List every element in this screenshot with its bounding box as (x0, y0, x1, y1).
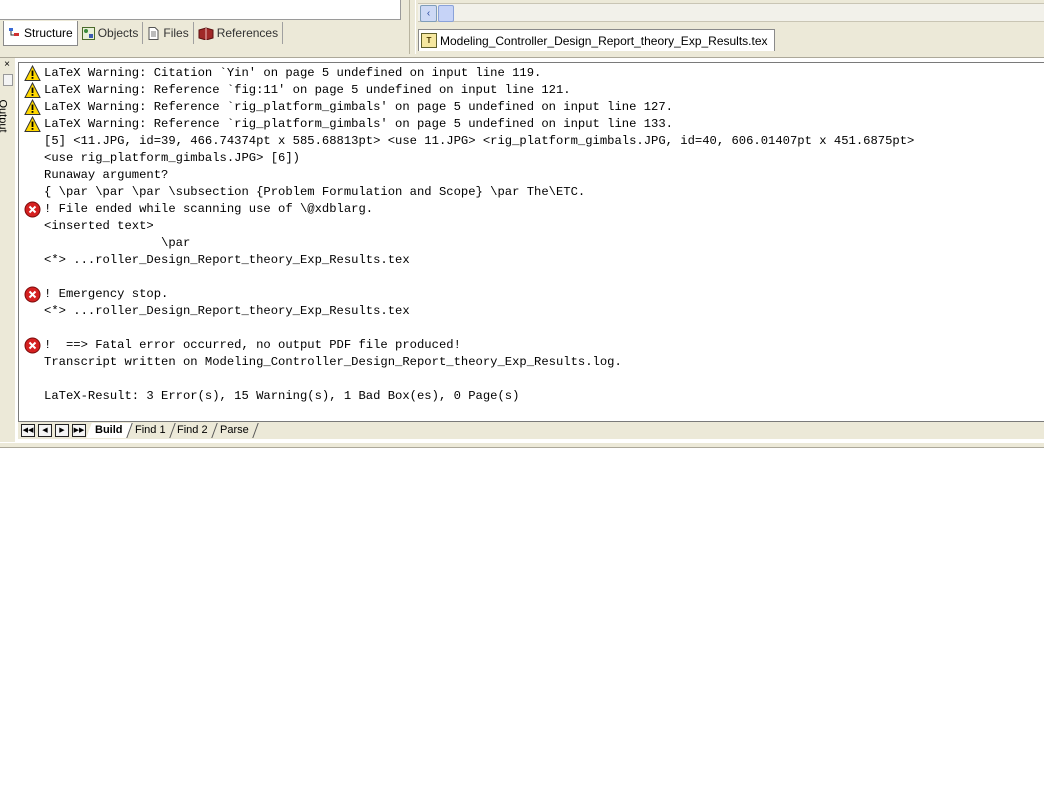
log-line: <*> ...roller_Design_Report_theory_Exp_R… (22, 303, 1042, 320)
pane-splitter[interactable] (409, 0, 416, 54)
tex-file-icon: T (421, 33, 437, 48)
close-icon[interactable]: × (2, 60, 12, 70)
error-icon (24, 337, 41, 354)
output-dock-label[interactable]: Output (0, 92, 15, 142)
tab-objects-label: Objects (97, 26, 139, 40)
tab-find-2[interactable]: Find 2 (168, 423, 218, 438)
log-line: <use rig_platform_gimbals.JPG> [6]) (22, 150, 1042, 167)
tab-structure[interactable]: Structure (3, 21, 78, 46)
top-area: Structure Objects Files References ‹ T M… (0, 0, 1044, 56)
log-line-text: <*> ...roller_Design_Report_theory_Exp_R… (44, 253, 410, 267)
log-line-text: <inserted text> (44, 219, 154, 233)
warning-icon (24, 82, 41, 99)
warning-line[interactable]: LaTeX Warning: Citation `Yin' on page 5 … (22, 65, 1042, 82)
divider (0, 55, 1044, 58)
tab-structure-label: Structure (24, 26, 73, 40)
log-navigation: ◀◀ ◀ ▶ ▶▶ (18, 424, 86, 437)
output-tabs: Build Find 1 Find 2 Parse (86, 422, 259, 439)
tab-objects[interactable]: Objects (78, 22, 144, 44)
divider (0, 443, 1044, 448)
log-line-text: LaTeX-Result: 3 Error(s), 15 Warning(s),… (44, 389, 520, 403)
warning-icon (24, 116, 41, 133)
references-icon (198, 26, 214, 41)
error-line[interactable]: ! File ended while scanning use of \@xdb… (22, 201, 1042, 218)
first-icon[interactable]: ◀◀ (21, 424, 35, 437)
log-line: { \par \par \par \subsection {Problem Fo… (22, 184, 1042, 201)
log-line-text: <*> ...roller_Design_Report_theory_Exp_R… (44, 304, 410, 318)
log-line-text: ! Emergency stop. (44, 287, 169, 301)
log-line-text: ! File ended while scanning use of \@xdb… (44, 202, 374, 216)
log-line-text: Transcript written on Modeling_Controlle… (44, 355, 622, 369)
log-line: <*> ...roller_Design_Report_theory_Exp_R… (22, 252, 1042, 269)
scroll-thumb[interactable] (438, 5, 454, 22)
warning-line[interactable]: LaTeX Warning: Reference `fig:11' on pag… (22, 82, 1042, 99)
error-icon (24, 201, 41, 218)
tab-label: Parse (219, 424, 249, 436)
log-line-text: LaTeX Warning: Reference `rig_platform_g… (44, 100, 673, 114)
error-line[interactable]: ! ==> Fatal error occurred, no output PD… (22, 337, 1042, 354)
output-tab-bar: ◀◀ ◀ ▶ ▶▶ Build Find 1 Find 2 Parse (18, 421, 1044, 439)
output-label-text: Output (0, 99, 9, 133)
editor-horizontal-scrollbar[interactable]: ‹ (418, 3, 1044, 22)
previous-icon[interactable]: ◀ (38, 424, 52, 437)
objects-icon (81, 26, 95, 40)
log-line-text: { \par \par \par \subsection {Problem Fo… (44, 185, 586, 199)
last-icon[interactable]: ▶▶ (72, 424, 86, 437)
log-line: LaTeX-Result: 3 Error(s), 15 Warning(s),… (22, 388, 1042, 405)
left-panel-tabs: Structure Objects Files References (3, 21, 284, 46)
log-line-text: <use rig_platform_gimbals.JPG> [6]) (44, 151, 300, 165)
structure-icon (8, 27, 21, 40)
log-line: \par (22, 235, 1042, 252)
tab-label: Find 2 (177, 424, 208, 436)
warning-line[interactable]: LaTeX Warning: Reference `rig_platform_g… (22, 99, 1042, 116)
log-line-text: LaTeX Warning: Citation `Yin' on page 5 … (44, 66, 542, 80)
log-line-text: LaTeX Warning: Reference `rig_platform_g… (44, 117, 673, 131)
tab-build[interactable]: Build (86, 423, 133, 438)
output-dock-strip: × Output (0, 58, 15, 442)
log-line-text: LaTeX Warning: Reference `fig:11' on pag… (44, 83, 571, 97)
log-line-text: \par (44, 236, 191, 250)
tab-label: Build (95, 424, 123, 436)
output-log: LaTeX Warning: Citation `Yin' on page 5 … (22, 65, 1042, 405)
tab-label: Find 1 (134, 424, 166, 436)
structure-pane[interactable] (0, 0, 401, 20)
error-line[interactable]: ! Emergency stop. (22, 286, 1042, 303)
tab-references[interactable]: References (194, 22, 284, 44)
tab-files[interactable]: Files (143, 22, 194, 44)
scroll-left-arrow-icon[interactable]: ‹ (420, 5, 437, 22)
error-icon (24, 286, 41, 303)
tab-references-label: References (216, 26, 279, 40)
next-icon[interactable]: ▶ (55, 424, 69, 437)
log-line-text: Runaway argument? (44, 168, 169, 182)
warning-line[interactable]: LaTeX Warning: Reference `rig_platform_g… (22, 116, 1042, 133)
warning-icon (24, 65, 41, 82)
log-line-text: [5] <11.JPG, id=39, 466.74374pt x 585.68… (44, 134, 915, 148)
tab-find-1[interactable]: Find 1 (125, 423, 175, 438)
log-line-text: ! ==> Fatal error occurred, no output PD… (44, 338, 461, 352)
warning-icon (24, 99, 41, 116)
tab-files-label: Files (163, 26, 189, 40)
log-line: <inserted text> (22, 218, 1042, 235)
log-line: Transcript written on Modeling_Controlle… (22, 354, 1042, 371)
files-icon (147, 26, 160, 40)
log-line: Runaway argument? (22, 167, 1042, 184)
pin-icon[interactable] (3, 74, 13, 86)
document-tab[interactable]: T Modeling_Controller_Design_Report_theo… (418, 29, 775, 51)
log-line: [5] <11.JPG, id=39, 466.74374pt x 585.68… (22, 133, 1042, 150)
document-tab-label: Modeling_Controller_Design_Report_theory… (440, 33, 768, 48)
tab-parse[interactable]: Parse (210, 423, 259, 438)
